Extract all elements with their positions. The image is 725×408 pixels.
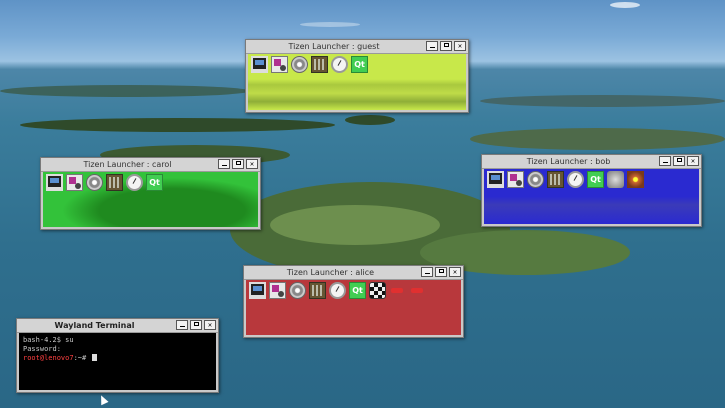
window-title: Wayland Terminal	[54, 321, 135, 330]
launcher-area: Qt	[484, 169, 699, 224]
minimize-button[interactable]	[218, 159, 230, 169]
settings-icon[interactable]	[291, 56, 308, 73]
cloud	[300, 22, 360, 27]
titlebar[interactable]: Tizen Launcher : carol	[41, 158, 260, 172]
launcher-window-guest[interactable]: Tizen Launcher : guest Qt	[245, 39, 469, 113]
launcher-window-carol[interactable]: Tizen Launcher : carol Qt	[40, 157, 261, 230]
minimize-button[interactable]	[659, 156, 671, 166]
titlebar[interactable]: Tizen Launcher : alice	[244, 266, 463, 280]
island	[20, 118, 335, 132]
calculator-icon[interactable]	[106, 174, 123, 191]
island	[345, 115, 395, 125]
island	[470, 128, 725, 150]
minimize-button[interactable]	[426, 41, 438, 51]
close-button[interactable]	[246, 159, 258, 169]
titlebar[interactable]: Wayland Terminal	[17, 319, 218, 333]
clock-icon[interactable]	[126, 174, 143, 191]
maximize-button[interactable]	[673, 156, 685, 166]
window-title: Tizen Launcher : guest	[288, 42, 380, 51]
flag-icon[interactable]	[389, 282, 406, 299]
qt-icon[interactable]: Qt	[349, 282, 366, 299]
terminal-icon[interactable]	[249, 282, 266, 299]
maximize-button[interactable]	[190, 320, 202, 330]
terminal-icon[interactable]	[251, 56, 268, 73]
launcher-area: Qt	[248, 54, 466, 110]
titlebar[interactable]: Tizen Launcher : bob	[482, 155, 701, 169]
qt-icon[interactable]: Qt	[146, 174, 163, 191]
terminal-icon[interactable]	[46, 174, 63, 191]
launcher-area: Qt	[43, 172, 258, 227]
text-cursor	[92, 354, 98, 361]
maximize-button[interactable]	[435, 267, 447, 277]
paint-icon[interactable]	[269, 282, 286, 299]
qt-icon[interactable]: Qt	[587, 171, 604, 188]
close-button[interactable]	[449, 267, 461, 277]
launcher-window-alice[interactable]: Tizen Launcher : alice Qt	[243, 265, 464, 338]
prompt-user: root@lenovo7	[23, 354, 74, 362]
flower-icon[interactable]	[627, 171, 644, 188]
grayscale-icon[interactable]	[607, 171, 624, 188]
maximize-button[interactable]	[440, 41, 452, 51]
close-button[interactable]	[454, 41, 466, 51]
settings-icon[interactable]	[289, 282, 306, 299]
chess-icon[interactable]	[369, 282, 386, 299]
calculator-icon[interactable]	[547, 171, 564, 188]
calculator-icon[interactable]	[311, 56, 328, 73]
island	[480, 95, 725, 107]
flag-icon[interactable]	[409, 282, 426, 299]
prompt-path: :~#	[73, 354, 91, 362]
paint-icon[interactable]	[271, 56, 288, 73]
launcher-window-bob[interactable]: Tizen Launcher : bob Qt	[481, 154, 702, 227]
titlebar[interactable]: Tizen Launcher : guest	[246, 40, 468, 54]
minimize-button[interactable]	[421, 267, 433, 277]
window-title: Tizen Launcher : carol	[83, 160, 172, 169]
island	[270, 205, 440, 245]
terminal-line: bash-4.2$ su	[23, 336, 74, 344]
minimize-button[interactable]	[176, 320, 188, 330]
qt-icon[interactable]: Qt	[351, 56, 368, 73]
island	[0, 85, 250, 97]
clock-icon[interactable]	[329, 282, 346, 299]
terminal-line: Password:	[23, 345, 61, 353]
paint-icon[interactable]	[507, 171, 524, 188]
terminal-icon[interactable]	[487, 171, 504, 188]
wayland-terminal-window[interactable]: Wayland Terminal bash-4.2$ su Password: …	[16, 318, 219, 393]
calculator-icon[interactable]	[309, 282, 326, 299]
clock-icon[interactable]	[331, 56, 348, 73]
clock-icon[interactable]	[567, 171, 584, 188]
paint-icon[interactable]	[66, 174, 83, 191]
cloud	[610, 2, 640, 8]
window-title: Tizen Launcher : bob	[526, 157, 611, 166]
close-button[interactable]	[204, 320, 216, 330]
settings-icon[interactable]	[527, 171, 544, 188]
launcher-area: Qt	[246, 280, 461, 335]
terminal-output[interactable]: bash-4.2$ su Password: root@lenovo7:~#	[19, 333, 216, 390]
maximize-button[interactable]	[232, 159, 244, 169]
settings-icon[interactable]	[86, 174, 103, 191]
terminal-prompt: root@lenovo7:~#	[23, 354, 98, 362]
window-title: Tizen Launcher : alice	[286, 268, 375, 277]
close-button[interactable]	[687, 156, 699, 166]
